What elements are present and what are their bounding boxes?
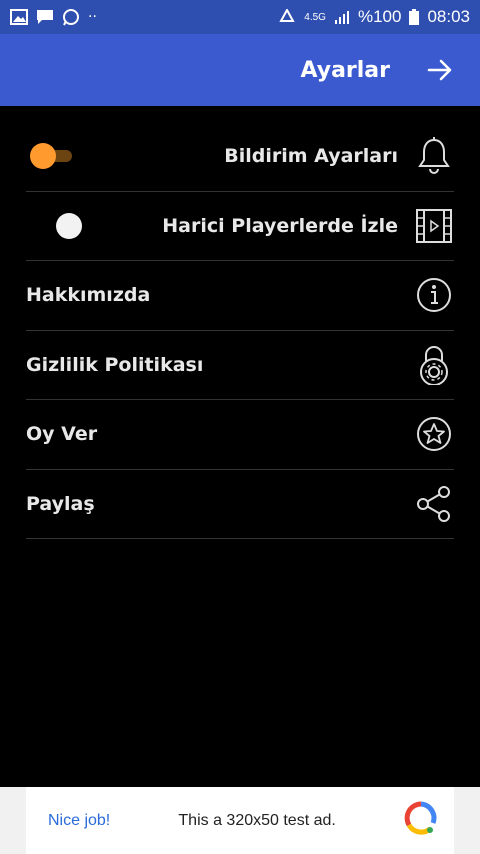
settings-item-label: Paylaş <box>26 492 95 515</box>
ad-headline: Nice job! <box>48 811 111 829</box>
gallery-icon <box>10 9 28 25</box>
external-player-toggle[interactable] <box>56 212 82 239</box>
battery-level: %100 <box>357 7 402 26</box>
ad-text: This a 320x50 test ad. <box>178 811 336 829</box>
notifications-toggle[interactable] <box>26 143 72 170</box>
info-icon <box>414 275 454 315</box>
recycle-icon <box>279 9 295 22</box>
settings-item-external-player[interactable]: Harici Playerlerde İzle <box>26 192 454 261</box>
settings-item-privacy[interactable]: Gizlilik Politikası <box>26 331 454 400</box>
settings-item-label: Harici Playerlerde İzle <box>162 214 398 237</box>
status-bar-notifications: ·· <box>10 8 97 26</box>
whatsapp-icon <box>63 9 79 26</box>
lock-gear-icon <box>414 345 454 385</box>
network-type: 4.5G <box>304 11 326 23</box>
settings-item-label: Gizlilik Politikası <box>26 353 204 376</box>
status-bar: ·· 4.5G %100 08:03 <box>0 0 480 34</box>
settings-item-notifications[interactable]: Bildirim Ayarları <box>26 122 454 192</box>
battery-icon <box>409 9 420 25</box>
back-button[interactable] <box>426 56 454 84</box>
status-bar-system: 4.5G %100 08:03 <box>278 7 470 27</box>
page-title: Ayarlar <box>300 57 390 83</box>
share-icon <box>414 484 454 524</box>
ad-content[interactable]: Nice job! This a 320x50 test ad. <box>26 787 454 854</box>
signal-icon <box>334 11 349 24</box>
toggle-thumb <box>30 143 56 170</box>
ad-banner[interactable]: Nice job! This a 320x50 test ad. <box>0 787 480 854</box>
message-icon <box>37 10 53 24</box>
settings-item-share[interactable]: Paylaş <box>26 470 454 539</box>
settings-item-rate[interactable]: Oy Ver <box>26 400 454 470</box>
settings-item-label: Oy Ver <box>26 423 98 446</box>
star-icon <box>414 414 454 454</box>
clock: 08:03 <box>427 7 470 26</box>
ad-logo-icon <box>404 801 438 840</box>
settings-item-about[interactable]: Hakkımızda <box>26 261 454 331</box>
film-play-icon <box>414 206 454 246</box>
more-notifications-icon: ·· <box>88 9 97 25</box>
settings-item-label: Bildirim Ayarları <box>224 145 398 168</box>
settings-item-label: Hakkımızda <box>26 284 151 307</box>
arrow-right-icon <box>427 59 452 81</box>
bell-icon <box>414 136 454 176</box>
app-bar: Ayarlar <box>0 34 480 106</box>
settings-list: Bildirim Ayarları Harici Playerlerde İzl… <box>26 122 454 539</box>
